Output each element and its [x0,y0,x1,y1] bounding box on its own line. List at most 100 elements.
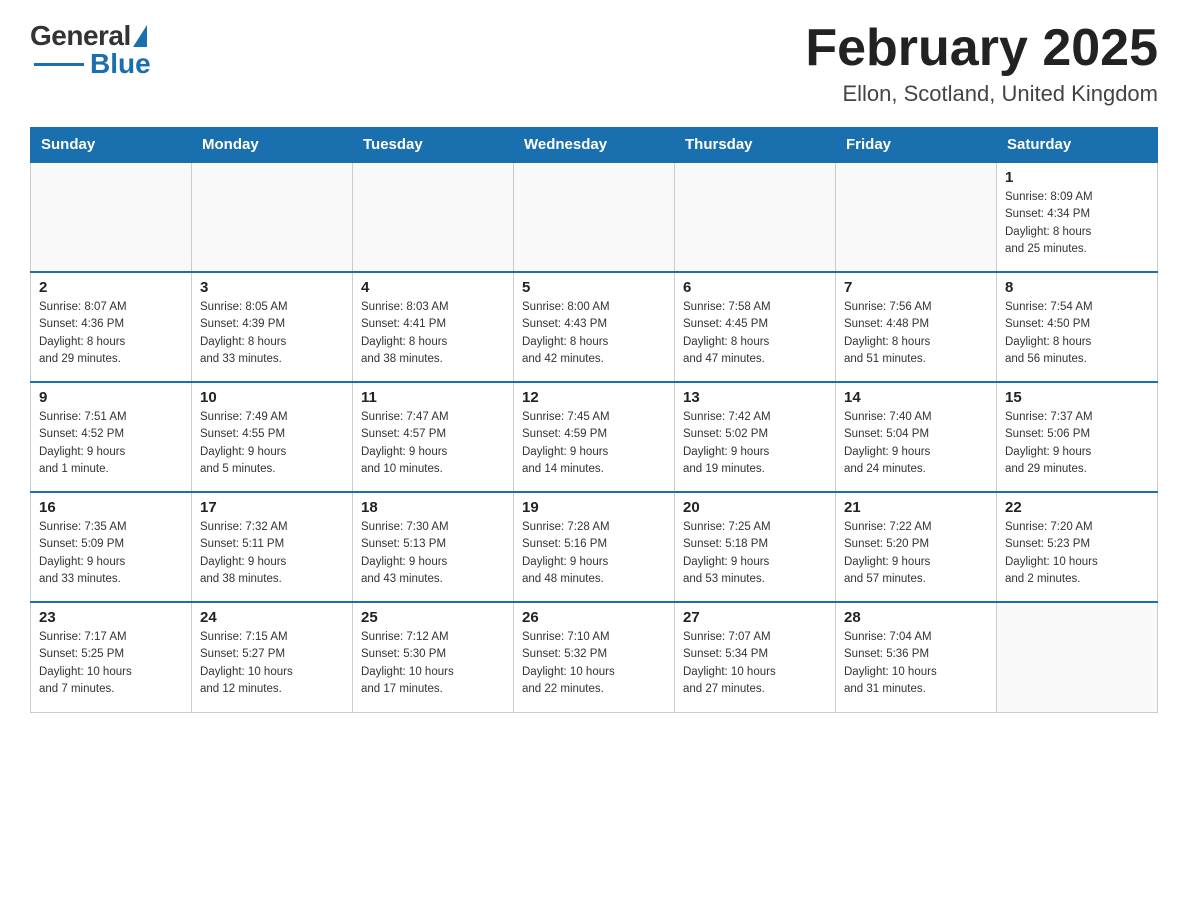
calendar-cell [514,162,675,272]
week-row-5: 23 Sunrise: 7:17 AMSunset: 5:25 PMDayligh… [31,602,1158,712]
day-number: 27 [683,609,827,626]
calendar-cell: 28Sunrise: 7:04 AMSunset: 5:36 PMDayligh… [836,602,997,712]
calendar-cell: 10 Sunrise: 7:49 AMSunset: 4:55 PMDayligh… [192,382,353,492]
calendar-cell: 18 Sunrise: 7:30 AMSunset: 5:13 PMDayligh… [353,492,514,602]
day-info: Sunrise: 7:15 AMSunset: 5:27 PMDaylight:… [200,629,344,698]
calendar-cell: 27 Sunrise: 7:07 AMSunset: 5:34 PMDayligh… [675,602,836,712]
day-info: Sunrise: 7:10 AMSunset: 5:32 PMDaylight:… [522,629,666,698]
day-number: 23 [39,609,183,626]
calendar-cell: 14 Sunrise: 7:40 AMSunset: 5:04 PMDayligh… [836,382,997,492]
day-number: 6 [683,279,827,296]
calendar-cell: 21 Sunrise: 7:22 AMSunset: 5:20 PMDayligh… [836,492,997,602]
day-number: 8 [1005,279,1149,296]
day-info: Sunrise: 8:07 AMSunset: 4:36 PMDaylight:… [39,299,183,368]
logo-triangle-icon [133,25,147,47]
day-info: Sunrise: 7:04 AMSunset: 5:36 PMDaylight:… [844,629,988,698]
calendar-cell: 26 Sunrise: 7:10 AMSunset: 5:32 PMDayligh… [514,602,675,712]
calendar-header-row: SundayMondayTuesdayWednesdayThursdayFrid… [31,128,1158,163]
calendar-cell: 8 Sunrise: 7:54 AMSunset: 4:50 PMDaylight… [997,272,1158,382]
calendar-cell: 3 Sunrise: 8:05 AMSunset: 4:39 PMDaylight… [192,272,353,382]
page-header: General Blue February 2025 Ellon, Scotla… [30,20,1158,107]
day-info: Sunrise: 7:32 AMSunset: 5:11 PMDaylight:… [200,519,344,588]
day-number: 5 [522,279,666,296]
calendar-cell: 12 Sunrise: 7:45 AMSunset: 4:59 PMDayligh… [514,382,675,492]
calendar-cell: 13Sunrise: 7:42 AMSunset: 5:02 PMDayligh… [675,382,836,492]
month-title: February 2025 [805,20,1158,77]
day-info: Sunrise: 7:07 AMSunset: 5:34 PMDaylight:… [683,629,827,698]
day-number: 7 [844,279,988,296]
day-header-wednesday: Wednesday [514,128,675,163]
title-block: February 2025 Ellon, Scotland, United Ki… [805,20,1158,107]
day-info: Sunrise: 7:51 AMSunset: 4:52 PMDaylight:… [39,409,183,478]
day-number: 4 [361,279,505,296]
day-info: Sunrise: 7:49 AMSunset: 4:55 PMDaylight:… [200,409,344,478]
day-header-thursday: Thursday [675,128,836,163]
day-info: Sunrise: 7:40 AMSunset: 5:04 PMDaylight:… [844,409,988,478]
day-header-sunday: Sunday [31,128,192,163]
calendar-cell [31,162,192,272]
day-number: 3 [200,279,344,296]
day-info: Sunrise: 7:17 AMSunset: 5:25 PMDaylight:… [39,629,183,698]
calendar-cell: 9 Sunrise: 7:51 AMSunset: 4:52 PMDaylight… [31,382,192,492]
calendar-cell: 16 Sunrise: 7:35 AMSunset: 5:09 PMDayligh… [31,492,192,602]
day-info: Sunrise: 7:28 AMSunset: 5:16 PMDaylight:… [522,519,666,588]
calendar-cell: 20 Sunrise: 7:25 AMSunset: 5:18 PMDayligh… [675,492,836,602]
day-number: 22 [1005,499,1149,516]
calendar-cell: 5Sunrise: 8:00 AMSunset: 4:43 PMDaylight… [514,272,675,382]
calendar-cell: 25 Sunrise: 7:12 AMSunset: 5:30 PMDayligh… [353,602,514,712]
logo: General Blue [30,20,151,80]
day-info: Sunrise: 7:12 AMSunset: 5:30 PMDaylight:… [361,629,505,698]
week-row-3: 9 Sunrise: 7:51 AMSunset: 4:52 PMDaylight… [31,382,1158,492]
calendar-cell [997,602,1158,712]
day-number: 16 [39,499,183,516]
day-number: 21 [844,499,988,516]
day-number: 14 [844,389,988,406]
day-info: Sunrise: 8:05 AMSunset: 4:39 PMDaylight:… [200,299,344,368]
week-row-1: 1 Sunrise: 8:09 AMSunset: 4:34 PMDaylight… [31,162,1158,272]
day-number: 2 [39,279,183,296]
day-info: Sunrise: 7:35 AMSunset: 5:09 PMDaylight:… [39,519,183,588]
day-number: 11 [361,389,505,406]
day-number: 17 [200,499,344,516]
day-number: 1 [1005,169,1149,186]
day-info: Sunrise: 7:22 AMSunset: 5:20 PMDaylight:… [844,519,988,588]
day-info: Sunrise: 7:58 AMSunset: 4:45 PMDaylight:… [683,299,827,368]
day-info: Sunrise: 7:45 AMSunset: 4:59 PMDaylight:… [522,409,666,478]
day-info: Sunrise: 8:03 AMSunset: 4:41 PMDaylight:… [361,299,505,368]
day-info: Sunrise: 7:30 AMSunset: 5:13 PMDaylight:… [361,519,505,588]
calendar-cell: 15Sunrise: 7:37 AMSunset: 5:06 PMDayligh… [997,382,1158,492]
calendar-cell [353,162,514,272]
calendar-cell: 6 Sunrise: 7:58 AMSunset: 4:45 PMDaylight… [675,272,836,382]
day-number: 20 [683,499,827,516]
day-header-tuesday: Tuesday [353,128,514,163]
calendar-cell: 4 Sunrise: 8:03 AMSunset: 4:41 PMDaylight… [353,272,514,382]
calendar-cell [836,162,997,272]
day-number: 12 [522,389,666,406]
day-number: 10 [200,389,344,406]
calendar-cell: 17 Sunrise: 7:32 AMSunset: 5:11 PMDayligh… [192,492,353,602]
day-info: Sunrise: 7:47 AMSunset: 4:57 PMDaylight:… [361,409,505,478]
week-row-2: 2 Sunrise: 8:07 AMSunset: 4:36 PMDaylight… [31,272,1158,382]
day-number: 25 [361,609,505,626]
calendar-cell: 22Sunrise: 7:20 AMSunset: 5:23 PMDayligh… [997,492,1158,602]
day-header-monday: Monday [192,128,353,163]
day-header-saturday: Saturday [997,128,1158,163]
week-row-4: 16 Sunrise: 7:35 AMSunset: 5:09 PMDayligh… [31,492,1158,602]
calendar-cell [675,162,836,272]
calendar-cell [192,162,353,272]
day-info: Sunrise: 8:09 AMSunset: 4:34 PMDaylight:… [1005,189,1149,258]
day-number: 26 [522,609,666,626]
day-number: 15 [1005,389,1149,406]
day-info: Sunrise: 7:54 AMSunset: 4:50 PMDaylight:… [1005,299,1149,368]
calendar-cell: 11 Sunrise: 7:47 AMSunset: 4:57 PMDayligh… [353,382,514,492]
day-header-friday: Friday [836,128,997,163]
calendar-cell: 1 Sunrise: 8:09 AMSunset: 4:34 PMDaylight… [997,162,1158,272]
day-info: Sunrise: 7:25 AMSunset: 5:18 PMDaylight:… [683,519,827,588]
calendar-table: SundayMondayTuesdayWednesdayThursdayFrid… [30,127,1158,713]
day-number: 18 [361,499,505,516]
day-number: 13 [683,389,827,406]
day-number: 19 [522,499,666,516]
location-text: Ellon, Scotland, United Kingdom [805,81,1158,107]
day-number: 9 [39,389,183,406]
day-info: Sunrise: 7:56 AMSunset: 4:48 PMDaylight:… [844,299,988,368]
